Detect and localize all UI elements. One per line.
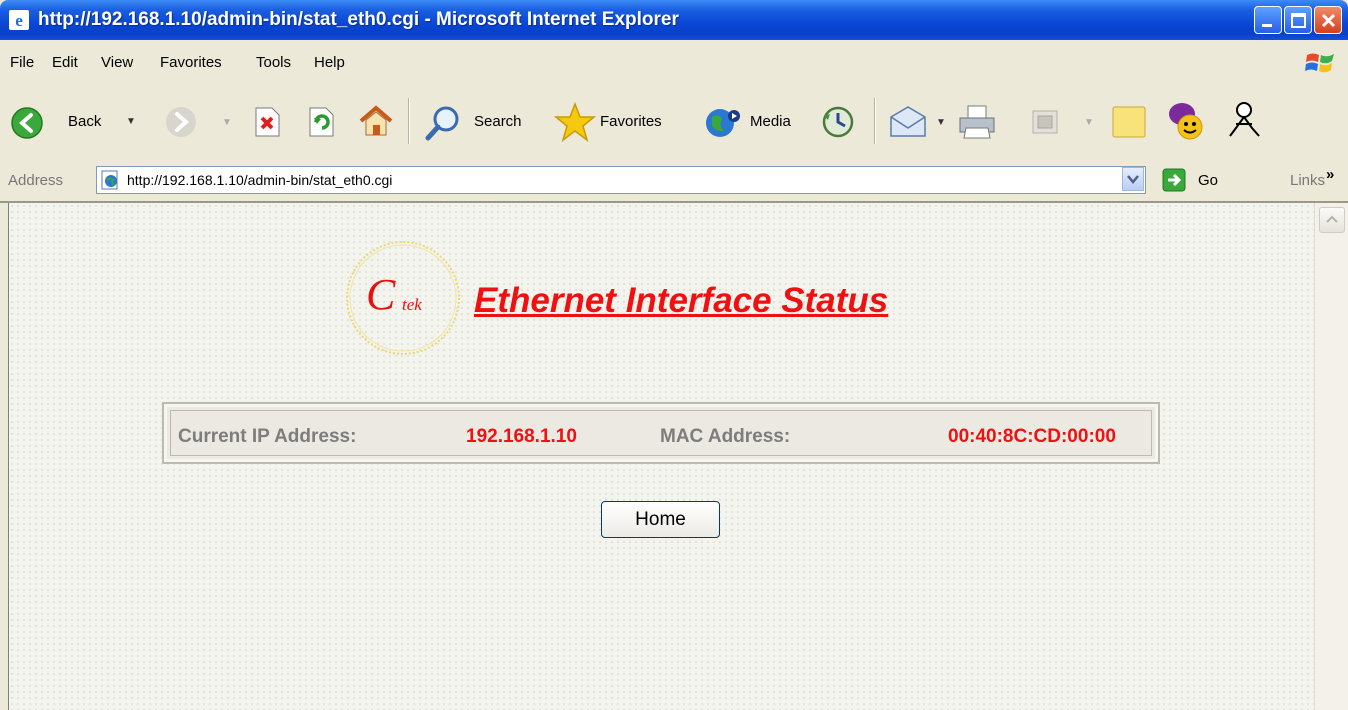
svg-text:C: C — [366, 270, 396, 319]
media-label: Media — [750, 113, 791, 130]
window-title: http://192.168.1.10/admin-bin/stat_eth0.… — [38, 9, 679, 30]
ip-value: 192.168.1.10 — [466, 426, 577, 447]
favorites-button[interactable]: Favorites — [552, 102, 690, 142]
edit-dropdown-icon[interactable]: ▼ — [1084, 117, 1094, 128]
address-bar: Address http://192.168.1.10/admin-bin/st… — [0, 161, 1348, 203]
media-globe-icon — [706, 109, 740, 137]
mac-label: MAC Address: — [660, 426, 791, 447]
search-label: Search — [474, 113, 522, 130]
toolbar-separator — [874, 98, 875, 144]
search-button[interactable]: Search — [420, 102, 542, 142]
messenger-person-icon[interactable] — [1226, 100, 1264, 142]
mac-value: 00:40:8C:CD:00:00 — [948, 426, 1116, 447]
menu-help[interactable]: Help — [314, 54, 345, 71]
go-button[interactable]: Go — [1198, 172, 1218, 189]
menu-view[interactable]: View — [101, 54, 133, 71]
print-icon[interactable] — [958, 104, 996, 140]
back-arrow-icon — [11, 107, 43, 139]
vertical-scrollbar[interactable] — [1314, 203, 1348, 710]
chevron-down-icon — [1127, 175, 1139, 184]
ip-label: Current IP Address: — [178, 426, 357, 447]
ctek-logo: C tek — [346, 241, 460, 355]
edit-page-icon[interactable] — [1030, 108, 1060, 136]
maximize-icon — [1291, 13, 1306, 28]
back-dropdown-icon[interactable]: ▼ — [126, 116, 136, 127]
links-label[interactable]: Links — [1290, 172, 1325, 189]
address-input[interactable]: http://192.168.1.10/admin-bin/stat_eth0.… — [96, 166, 1146, 194]
messenger-icon[interactable] — [1166, 100, 1208, 142]
stop-icon[interactable] — [252, 106, 282, 138]
forward-dropdown-icon[interactable]: ▼ — [222, 117, 232, 128]
minimize-button[interactable] — [1254, 6, 1282, 34]
page-icon — [101, 170, 118, 190]
refresh-icon[interactable] — [306, 106, 336, 138]
page-title: Ethernet Interface Status — [474, 281, 889, 320]
media-button[interactable]: Media — [700, 102, 810, 142]
close-icon — [1321, 13, 1336, 28]
title-bar: e http://192.168.1.10/admin-bin/stat_eth… — [0, 0, 1348, 40]
menu-favorites[interactable]: Favorites — [160, 54, 222, 71]
search-icon — [425, 106, 459, 141]
status-panel: Current IP Address: 192.168.1.10 MAC Add… — [162, 402, 1160, 464]
notes-icon[interactable] — [1110, 102, 1148, 140]
address-label: Address — [8, 172, 64, 189]
favorites-label: Favorites — [600, 113, 662, 130]
chevron-up-icon — [1326, 215, 1338, 223]
menu-tools[interactable]: Tools — [256, 54, 291, 71]
forward-arrow-icon[interactable] — [164, 105, 198, 139]
ie-icon: e — [9, 10, 29, 30]
mail-dropdown-icon[interactable]: ▼ — [936, 117, 946, 128]
address-url: http://192.168.1.10/admin-bin/stat_eth0.… — [127, 172, 393, 188]
toolbar-separator — [408, 98, 409, 144]
mail-icon[interactable] — [888, 104, 928, 140]
go-arrow-icon[interactable] — [1162, 168, 1186, 192]
minimize-icon — [1262, 24, 1272, 27]
back-label: Back — [68, 113, 102, 130]
favorites-star-icon — [554, 102, 596, 142]
svg-text:e: e — [15, 11, 23, 30]
links-chevron-icon[interactable]: » — [1326, 166, 1334, 183]
history-icon[interactable] — [820, 104, 856, 140]
svg-text:tek: tek — [402, 295, 422, 314]
home-icon[interactable] — [358, 104, 394, 138]
home-button[interactable]: Home — [601, 501, 720, 538]
address-dropdown-button[interactable] — [1122, 167, 1144, 191]
maximize-button[interactable] — [1284, 6, 1312, 34]
back-button[interactable]: Back ▼ — [4, 102, 154, 142]
menu-bar: File Edit View Favorites Tools Help — [0, 40, 1348, 85]
toolbar: Back ▼ ▼ Search Favorites Media ▼ ▼ — [0, 84, 1348, 162]
close-button[interactable] — [1314, 6, 1342, 34]
menu-file[interactable]: File — [10, 54, 34, 71]
windows-logo-icon — [1305, 53, 1334, 73]
scroll-up-button[interactable] — [1319, 207, 1345, 233]
menu-edit[interactable]: Edit — [52, 54, 78, 71]
